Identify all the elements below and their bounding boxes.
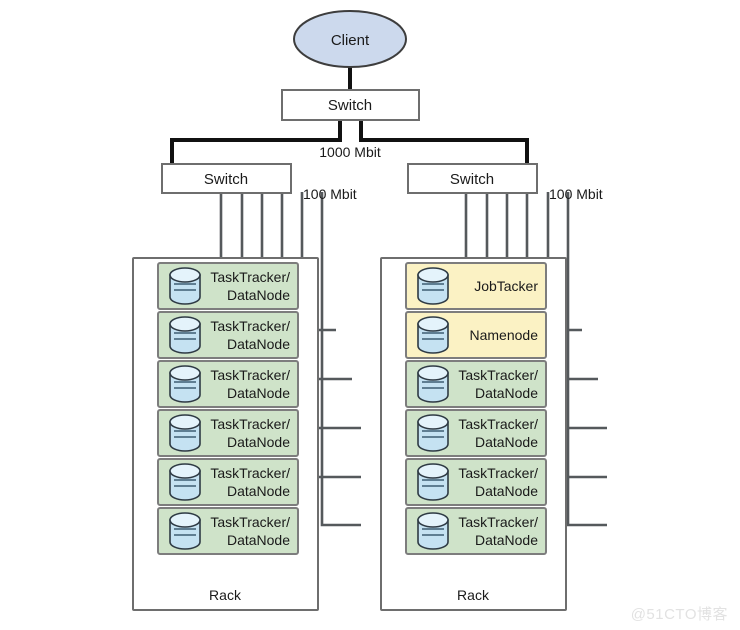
switch-right-label: Switch bbox=[450, 171, 494, 188]
database-icon bbox=[417, 414, 449, 452]
node-label-line2: DataNode bbox=[475, 532, 538, 548]
node-box[interactable]: TaskTracker/ DataNode bbox=[405, 409, 547, 457]
node-label-line1: TaskTracker/ bbox=[210, 416, 290, 432]
database-icon bbox=[169, 267, 201, 305]
database-icon bbox=[417, 267, 449, 305]
node-label-line2: DataNode bbox=[475, 385, 538, 401]
database-icon bbox=[169, 365, 201, 403]
node-label-line1: TaskTracker/ bbox=[210, 514, 290, 530]
node-box[interactable]: TaskTracker/ DataNode bbox=[405, 507, 547, 555]
database-icon bbox=[169, 414, 201, 452]
switch-left[interactable]: Switch bbox=[161, 163, 292, 194]
cable-left-node-6 bbox=[320, 192, 361, 527]
node-label-line1: TaskTracker/ bbox=[458, 416, 538, 432]
client-node[interactable]: Client bbox=[293, 10, 407, 68]
node-box[interactable]: TaskTracker/ DataNode bbox=[157, 458, 299, 506]
node-box[interactable]: TaskTracker/ DataNode bbox=[157, 262, 299, 310]
node-label-line2: DataNode bbox=[227, 287, 290, 303]
rack-label-left: Rack bbox=[209, 587, 242, 603]
diagram-canvas: TaskTracker/ DataNode TaskTracker/ DataN… bbox=[132, 10, 607, 611]
switch-right[interactable]: Switch bbox=[407, 163, 538, 194]
node-label-line1: TaskTracker/ bbox=[458, 367, 538, 383]
database-icon bbox=[417, 316, 449, 354]
database-icon bbox=[169, 316, 201, 354]
rack-right-nodes: JobTacker Namenode TaskTracker/ DataNode… bbox=[405, 262, 547, 603]
node-box[interactable]: TaskTracker/ DataNode bbox=[405, 458, 547, 506]
database-icon bbox=[417, 512, 449, 550]
link-label-right: 100 Mbit bbox=[549, 186, 603, 202]
node-label-line2: DataNode bbox=[227, 532, 290, 548]
network-diagram: TaskTracker/ DataNode TaskTracker/ DataN… bbox=[0, 0, 740, 630]
cable-core-left bbox=[170, 120, 342, 165]
node-box[interactable]: Namenode bbox=[405, 311, 547, 359]
database-icon bbox=[417, 463, 449, 501]
core-switch-label: Switch bbox=[328, 97, 372, 114]
node-label-line1: TaskTracker/ bbox=[210, 318, 290, 334]
database-icon bbox=[169, 512, 201, 550]
node-box[interactable]: JobTacker bbox=[405, 262, 547, 310]
watermark: @51CTO博客 bbox=[630, 606, 728, 623]
node-label-line2: DataNode bbox=[475, 483, 538, 499]
node-box[interactable]: TaskTracker/ DataNode bbox=[157, 409, 299, 457]
rack-label-right: Rack bbox=[457, 587, 490, 603]
rack-left-nodes: TaskTracker/ DataNode TaskTracker/ DataN… bbox=[157, 262, 299, 603]
core-switch[interactable]: Switch bbox=[281, 89, 420, 121]
node-box[interactable]: TaskTracker/ DataNode bbox=[157, 507, 299, 555]
node-box[interactable]: TaskTracker/ DataNode bbox=[157, 360, 299, 408]
node-box[interactable]: TaskTracker/ DataNode bbox=[405, 360, 547, 408]
node-label-line2: DataNode bbox=[227, 434, 290, 450]
node-label-line1: Namenode bbox=[470, 327, 539, 343]
node-label-line1: JobTacker bbox=[474, 278, 538, 294]
node-label-line1: TaskTracker/ bbox=[210, 367, 290, 383]
database-icon bbox=[417, 365, 449, 403]
cable-core-right bbox=[359, 120, 529, 165]
database-icon bbox=[169, 463, 201, 501]
node-label-line2: DataNode bbox=[227, 336, 290, 352]
node-label-line1: TaskTracker/ bbox=[458, 465, 538, 481]
node-label-line1: TaskTracker/ bbox=[210, 465, 290, 481]
uplink-label: 1000 Mbit bbox=[319, 144, 381, 160]
client-label: Client bbox=[331, 32, 370, 49]
node-label-line2: DataNode bbox=[227, 483, 290, 499]
cable-right-node-6 bbox=[566, 192, 607, 527]
switch-left-label: Switch bbox=[204, 171, 248, 188]
node-box[interactable]: TaskTracker/ DataNode bbox=[157, 311, 299, 359]
node-label-line2: DataNode bbox=[475, 434, 538, 450]
node-label-line1: TaskTracker/ bbox=[210, 269, 290, 285]
link-label-left: 100 Mbit bbox=[303, 186, 357, 202]
node-label-line2: DataNode bbox=[227, 385, 290, 401]
node-label-line1: TaskTracker/ bbox=[458, 514, 538, 530]
